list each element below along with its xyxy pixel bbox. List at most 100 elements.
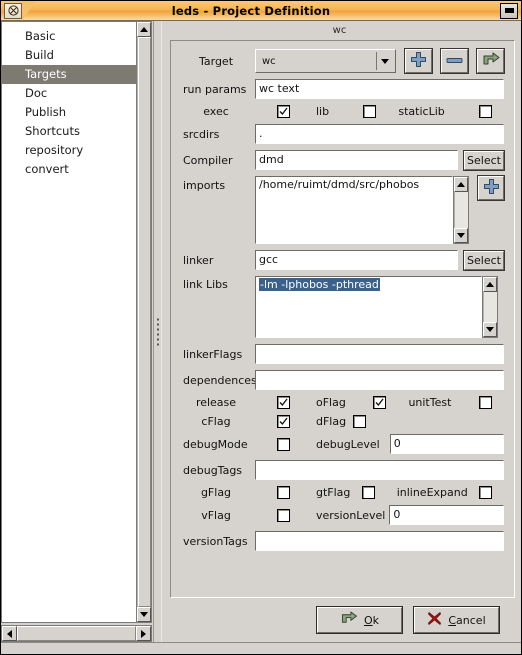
- scroll-right-button[interactable]: [136, 626, 151, 641]
- link-libs-scrollbar[interactable]: [482, 276, 498, 338]
- debug-tags-label: debugTags: [183, 463, 243, 477]
- panel-splitter[interactable]: [153, 21, 162, 642]
- compiler-select-button[interactable]: Select: [463, 149, 505, 171]
- cancel-button-label: Cancel: [448, 613, 486, 627]
- vflag-label: vFlag: [201, 508, 231, 522]
- plus-icon: [410, 51, 427, 71]
- scroll-track[interactable]: [454, 192, 468, 228]
- link-libs-textarea[interactable]: -lm -lphobos -pthread: [255, 276, 482, 338]
- exec-label: exec: [203, 105, 229, 118]
- gflag-checkbox[interactable]: [277, 486, 290, 499]
- sidebar-item-basic[interactable]: Basic: [2, 27, 136, 46]
- sidebar-item-label: Build: [25, 48, 54, 62]
- scroll-thumb[interactable]: [138, 37, 151, 607]
- triangle-up-icon: [457, 182, 465, 187]
- sidebar-horizontal-scrollbar[interactable]: [1, 625, 152, 642]
- version-tags-input[interactable]: [255, 531, 504, 551]
- scroll-track-horizontal[interactable]: [17, 626, 136, 641]
- add-target-button[interactable]: [404, 48, 433, 74]
- dependences-row: dependences: [177, 370, 504, 390]
- scroll-left-button[interactable]: [2, 626, 17, 641]
- scroll-up-button[interactable]: [454, 177, 468, 192]
- link-libs-label: link Libs: [183, 278, 228, 291]
- cancel-button[interactable]: Cancel: [413, 606, 500, 634]
- cflag-label: cFlag: [201, 415, 231, 428]
- run-params-input[interactable]: wc text: [255, 79, 504, 99]
- scroll-track[interactable]: [483, 292, 497, 322]
- target-label: Target: [198, 54, 234, 68]
- scroll-up-button[interactable]: [137, 22, 151, 37]
- browse-target-button[interactable]: [476, 48, 505, 74]
- oflag-label: oFlag: [316, 396, 346, 409]
- gtflag-checkbox[interactable]: [361, 486, 375, 499]
- scroll-track[interactable]: [137, 37, 151, 607]
- scroll-down-button[interactable]: [137, 607, 151, 622]
- debug-level-input[interactable]: 0: [389, 434, 504, 454]
- cflag-checkbox[interactable]: [277, 415, 290, 428]
- triangle-right-icon: [141, 629, 146, 638]
- main-panel: wc Target wc run params wc text exec lib…: [162, 21, 521, 642]
- linker-flags-input[interactable]: [255, 344, 504, 364]
- sidebar-item-doc[interactable]: Doc: [2, 84, 136, 103]
- linker-label: linker: [183, 253, 214, 267]
- sidebar-item-convert[interactable]: convert: [2, 160, 136, 179]
- sidebar-item-repository[interactable]: repository: [2, 141, 136, 160]
- srcdirs-row: srcdirs .: [177, 124, 504, 144]
- oflag-checkbox[interactable]: [373, 396, 387, 409]
- unittest-checkbox[interactable]: [479, 396, 493, 409]
- linker-flags-row: linkerFlags: [177, 344, 504, 364]
- version-level-input[interactable]: 0: [389, 505, 504, 525]
- sidebar-list[interactable]: Basic Build Targets Doc Publish Shortcut…: [1, 21, 136, 623]
- inline-expand-checkbox[interactable]: [479, 486, 492, 499]
- gflag-row: gFlag gtFlag inlineExpand: [177, 486, 504, 499]
- target-form: Target wc run params wc text exec lib st…: [170, 40, 515, 598]
- debug-mode-row: debugMode debugLevel 0: [177, 434, 504, 454]
- dependences-input[interactable]: [255, 370, 504, 390]
- dialog-button-bar: Ok Cancel: [162, 598, 517, 642]
- target-select[interactable]: wc: [255, 49, 396, 73]
- gtflag-label: gtFlag: [316, 486, 351, 499]
- scroll-down-button[interactable]: [483, 322, 497, 337]
- debug-mode-checkbox[interactable]: [277, 437, 290, 451]
- srcdirs-input[interactable]: .: [255, 124, 504, 144]
- scroll-thumb-horizontal[interactable]: [17, 626, 136, 641]
- sidebar-item-publish[interactable]: Publish: [2, 103, 136, 122]
- sidebar-item-targets[interactable]: Targets: [2, 65, 136, 84]
- remove-target-button[interactable]: [440, 48, 469, 74]
- imports-scrollbar[interactable]: [453, 176, 469, 244]
- exec-checkbox[interactable]: [277, 105, 290, 118]
- linker-input[interactable]: gcc: [255, 250, 458, 270]
- add-import-button[interactable]: [477, 175, 505, 201]
- title-bar: leds - Project Definition: [1, 0, 521, 21]
- sidebar-item-label: repository: [25, 143, 84, 157]
- scroll-up-button[interactable]: [483, 277, 497, 292]
- plus-icon: [483, 178, 500, 198]
- sidebar-vertical-scrollbar[interactable]: [136, 21, 152, 623]
- debug-tags-input[interactable]: [255, 460, 504, 480]
- vflag-row: vFlag versionLevel 0: [177, 505, 504, 525]
- imports-textarea[interactable]: /home/ruimt/dmd/src/phobos: [255, 176, 453, 244]
- debug-level-label: debugLevel: [316, 437, 380, 451]
- ok-button[interactable]: Ok: [316, 606, 403, 634]
- compiler-input[interactable]: dmd: [255, 150, 458, 170]
- splitter-grip-icon: [157, 318, 159, 345]
- scroll-down-button[interactable]: [454, 228, 468, 243]
- sidebar-item-label: convert: [25, 162, 69, 176]
- dflag-checkbox[interactable]: [353, 415, 366, 428]
- sidebar-item-label: Doc: [25, 86, 48, 100]
- tab-wc[interactable]: wc: [333, 25, 347, 36]
- vflag-checkbox[interactable]: [277, 508, 290, 522]
- release-checkbox[interactable]: [277, 396, 290, 409]
- lib-checkbox[interactable]: [363, 105, 377, 118]
- minimize-button[interactable]: [500, 2, 518, 19]
- linker-select-button[interactable]: Select: [463, 249, 505, 271]
- triangle-down-icon: [457, 233, 465, 238]
- static-lib-checkbox[interactable]: [479, 105, 493, 118]
- version-level-label: versionLevel: [316, 508, 386, 522]
- imports-label: imports: [183, 179, 226, 192]
- window-title: leds - Project Definition: [171, 3, 331, 18]
- sidebar-item-build[interactable]: Build: [2, 46, 136, 65]
- chevron-down-icon[interactable]: [376, 52, 393, 70]
- run-params-row: run params wc text: [177, 79, 504, 99]
- sidebar-item-shortcuts[interactable]: Shortcuts: [2, 122, 136, 141]
